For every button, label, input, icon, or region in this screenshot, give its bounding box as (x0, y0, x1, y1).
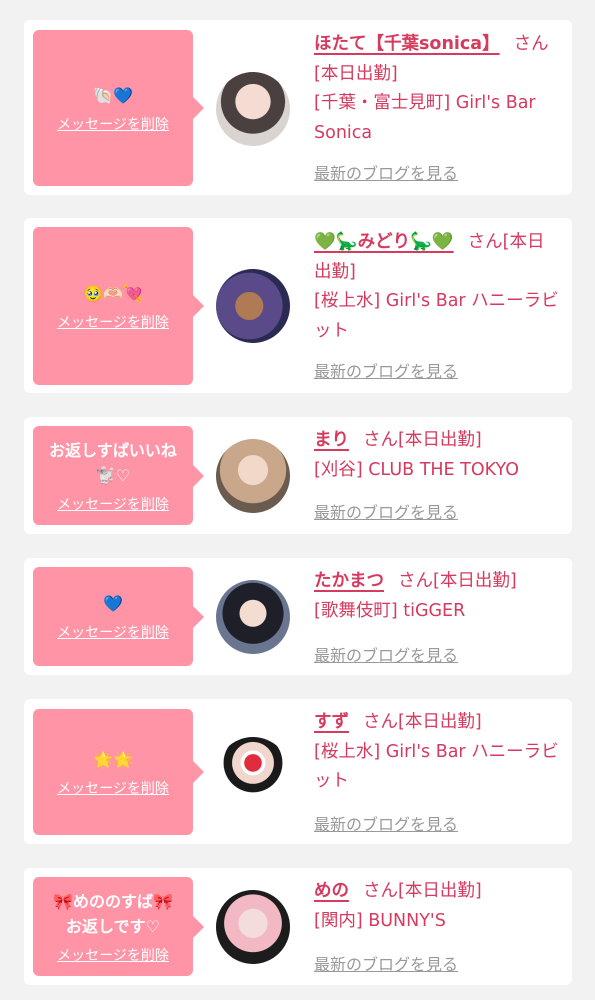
cast-location: [千葉・富士見町] Girl's Bar Sonica (314, 93, 536, 143)
message-text: 💙 (103, 594, 123, 613)
cast-info: めの さん[本日出勤] [関内] BUNNY'S (314, 877, 560, 936)
message-text: お返しすぱいいね 🐩♡ (49, 440, 177, 485)
cast-info: 💚🦕みどり🦕💚 さん[本日出勤] [桜上水] Girl's Bar ハニーラビット (314, 228, 560, 346)
cast-location: [桜上水] Girl's Bar ハニーラビット (314, 741, 559, 792)
message-card: 💙 メッセージを削除 たかまつ さん[本日出勤] [歌舞伎町] tiGGER 最新… (24, 558, 572, 675)
cast-info: ほたて【千葉sonica】 さん[本日出勤] [千葉・富士見町] Girl's B… (314, 30, 560, 148)
cast-location: [関内] BUNNY'S (314, 910, 446, 931)
message-card: 🎀めののすば🎀 お返しです♡ メッセージを削除 めの さん[本日出勤] [関内] … (24, 868, 572, 985)
message-bubble: 🌟🌟 メッセージを削除 (33, 709, 204, 835)
message-bubble: 🐚💙 メッセージを削除 (33, 30, 204, 186)
message-card: 🥹🫶🏻💘 メッセージを削除 💚🦕みどり🦕💚 さん[本日出勤] [桜上水] Girl… (24, 218, 572, 393)
delete-message-link[interactable]: メッセージを削除 (57, 312, 169, 332)
cast-name-link[interactable]: ほたて【千葉sonica】 (314, 34, 500, 54)
message-text: 🐚💙 (93, 85, 133, 105)
latest-blog-link[interactable]: 最新のブログを見る (314, 642, 458, 666)
message-bubble: 💙 メッセージを削除 (33, 567, 204, 666)
cast-location: [桜上水] Girl's Bar ハニーラビット (314, 291, 559, 341)
message-text: 🌟🌟 (93, 749, 133, 769)
cast-name-link[interactable]: まり (314, 430, 349, 450)
cast-status: さん[本日出勤] (363, 712, 482, 732)
delete-message-link[interactable]: メッセージを削除 (57, 622, 169, 642)
message-text: 🎀めののすば🎀 お返しです♡ (53, 891, 173, 936)
cast-status: さん[本日出勤] (363, 430, 482, 450)
delete-message-link[interactable]: メッセージを削除 (57, 114, 169, 134)
cast-location: [歌舞伎町] tiGGER (314, 600, 466, 621)
message-bubble: 🎀めののすば🎀 お返しです♡ メッセージを削除 (33, 877, 204, 976)
avatar[interactable] (216, 72, 290, 146)
avatar[interactable] (216, 737, 290, 811)
cast-status: さん[本日出勤] (398, 571, 517, 591)
delete-message-link[interactable]: メッセージを削除 (57, 945, 169, 965)
cast-location: [刈谷] CLUB THE TOKYO (314, 459, 519, 480)
delete-message-link[interactable]: メッセージを削除 (57, 778, 169, 798)
cast-info: たかまつ さん[本日出勤] [歌舞伎町] tiGGER (314, 567, 560, 626)
cast-name-link[interactable]: たかまつ (314, 571, 384, 591)
latest-blog-link[interactable]: 最新のブログを見る (314, 951, 458, 975)
avatar[interactable] (216, 890, 290, 964)
message-card: 🌟🌟 メッセージを削除 すず さん[本日出勤] [桜上水] Girl's Bar … (24, 699, 572, 844)
cast-info: まり さん[本日出勤] [刈谷] CLUB THE TOKYO (314, 426, 560, 485)
message-card: 🐚💙 メッセージを削除 ほたて【千葉sonica】 さん[本日出勤] [千葉・富士… (24, 20, 572, 195)
delete-message-link[interactable]: メッセージを削除 (57, 494, 169, 514)
avatar[interactable] (216, 439, 290, 513)
latest-blog-link[interactable]: 最新のブログを見る (314, 160, 458, 184)
message-card: お返しすぱいいね 🐩♡ メッセージを削除 まり さん[本日出勤] [刈谷] CLU… (24, 417, 572, 534)
message-text: 🥹🫶🏻💘 (83, 283, 143, 303)
cast-name-link[interactable]: すず (314, 712, 349, 732)
cast-name-link[interactable]: めの (314, 881, 349, 901)
cast-name-link[interactable]: 💚🦕みどり🦕💚 (314, 232, 454, 252)
cast-status: さん[本日出勤] (363, 881, 482, 901)
message-bubble: お返しすぱいいね 🐩♡ メッセージを削除 (33, 426, 204, 525)
latest-blog-link[interactable]: 最新のブログを見る (314, 499, 458, 523)
cast-info: すず さん[本日出勤] [桜上水] Girl's Bar ハニーラビット (314, 708, 560, 797)
message-bubble: 🥹🫶🏻💘 メッセージを削除 (33, 227, 204, 385)
avatar[interactable] (216, 269, 290, 343)
avatar[interactable] (216, 580, 290, 654)
latest-blog-link[interactable]: 最新のブログを見る (314, 811, 458, 835)
latest-blog-link[interactable]: 最新のブログを見る (314, 358, 458, 382)
